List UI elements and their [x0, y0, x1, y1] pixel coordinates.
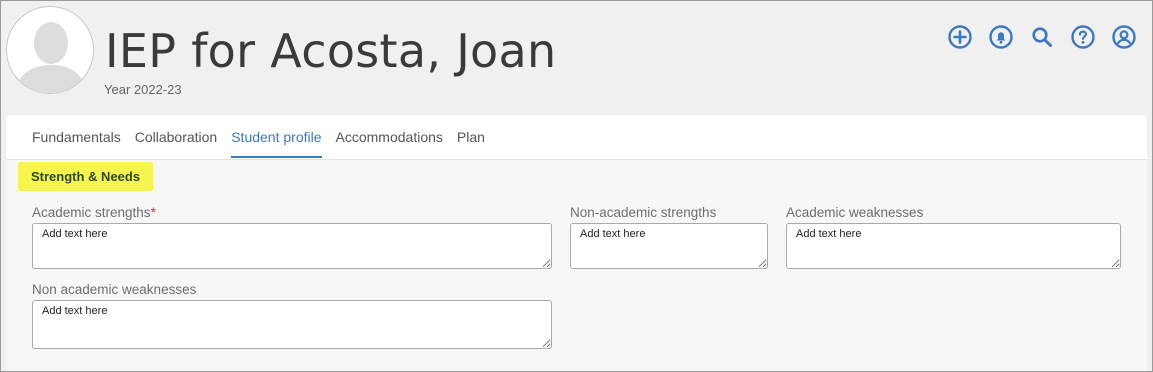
non-academic-strengths-field: Non-academic strengths: [570, 205, 768, 269]
academic-weaknesses-label: Academic weaknesses: [786, 205, 924, 220]
tab-collaboration[interactable]: Collaboration: [135, 115, 218, 158]
help-icon[interactable]: [1070, 24, 1096, 50]
account-icon[interactable]: [1111, 24, 1137, 50]
academic-strengths-input[interactable]: [32, 223, 552, 269]
non-academic-weaknesses-field: Non academic weaknesses: [32, 282, 552, 349]
academic-strengths-label: Academic strengths*: [32, 205, 552, 220]
avatar-silhouette-icon: [15, 22, 87, 93]
non-academic-weaknesses-input[interactable]: [32, 300, 552, 349]
search-icon[interactable]: [1029, 24, 1055, 50]
non-academic-strengths-input[interactable]: [570, 223, 768, 269]
tab-bar: Fundamentals Collaboration Student profi…: [6, 115, 1147, 160]
bell-icon[interactable]: [988, 24, 1014, 50]
avatar: [6, 6, 94, 94]
page-title: IEP for Acosta, Joan: [105, 24, 557, 78]
academic-weaknesses-input[interactable]: [786, 223, 1121, 269]
academic-strengths-label-text: Academic strengths: [32, 205, 151, 220]
academic-weaknesses-field: Academic weaknesses: [786, 205, 1121, 269]
tab-plan[interactable]: Plan: [457, 115, 485, 158]
non-academic-strengths-label: Non-academic strengths: [570, 205, 717, 220]
header-toolbar: [947, 24, 1137, 50]
add-icon[interactable]: [947, 24, 973, 50]
tab-accommodations[interactable]: Accommodations: [336, 115, 443, 158]
school-year: Year 2022-23: [104, 82, 182, 97]
section-title: Strength & Needs: [18, 162, 154, 191]
student-profile-content: Strength & Needs Academic strengths* Non…: [6, 160, 1147, 371]
tab-student-profile[interactable]: Student profile: [231, 115, 322, 158]
tab-fundamentals[interactable]: Fundamentals: [32, 115, 121, 158]
required-marker: *: [150, 205, 156, 220]
non-academic-weaknesses-label: Non academic weaknesses: [32, 282, 197, 297]
academic-strengths-field: Academic strengths*: [32, 205, 552, 269]
main-panel: Fundamentals Collaboration Student profi…: [6, 115, 1147, 371]
